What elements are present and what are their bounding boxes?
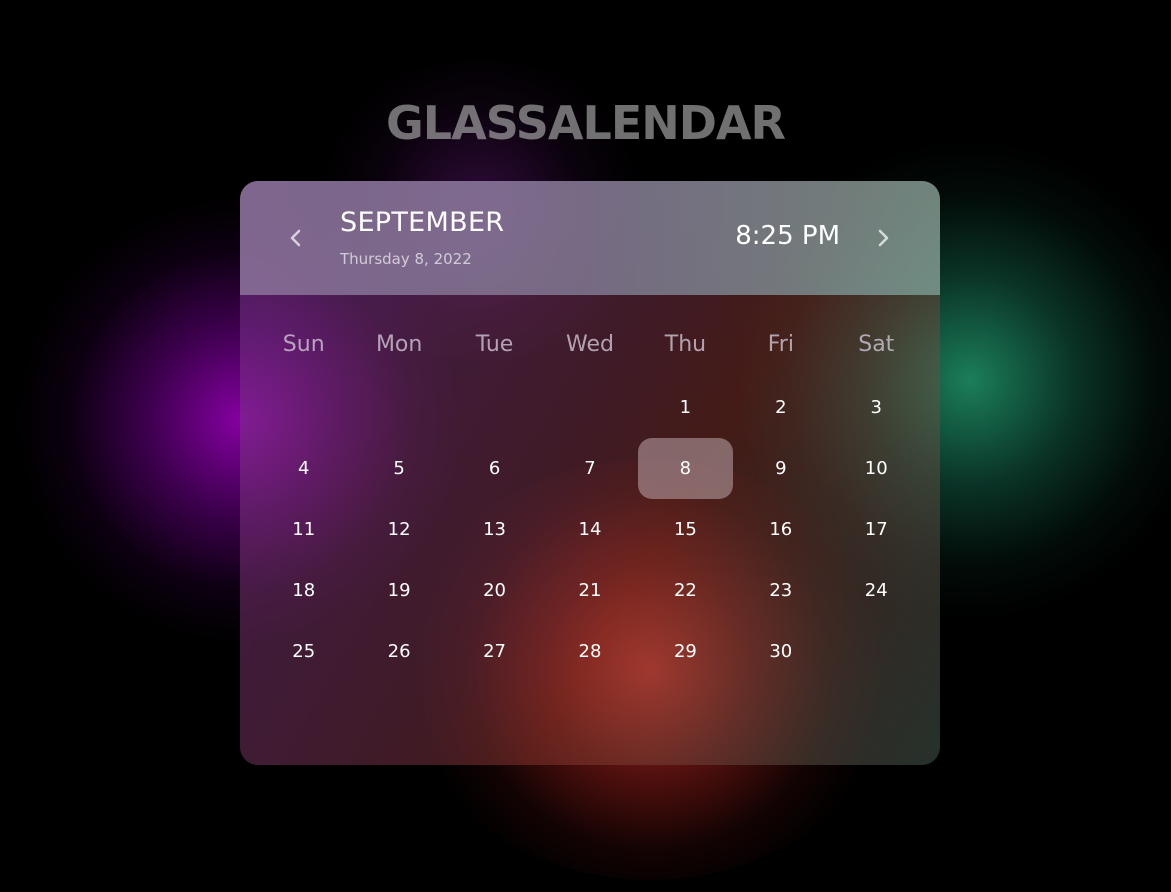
day-number: 1 (679, 397, 692, 418)
day-cell[interactable]: 29 (638, 621, 733, 682)
day-number: 6 (488, 458, 501, 479)
day-number: 25 (292, 641, 316, 662)
day-number: 20 (483, 580, 506, 601)
next-month-button[interactable] (866, 221, 900, 255)
chevron-left-icon (290, 229, 301, 247)
day-number: 14 (578, 519, 602, 540)
day-number: 24 (864, 580, 888, 601)
day-cell[interactable]: 11 (256, 499, 351, 560)
day-cell[interactable]: 21 (542, 560, 637, 621)
day-cell[interactable]: 10 (829, 438, 924, 499)
weekday-label: Wed (566, 332, 614, 357)
day-cell[interactable]: 26 (351, 621, 446, 682)
empty-day-slot (256, 377, 351, 438)
day-cell[interactable]: 17 (829, 499, 924, 560)
day-number: 27 (483, 641, 506, 662)
month-label: SEPTEMBER (340, 207, 505, 238)
empty-day-slot (447, 377, 542, 438)
empty-day-cell (447, 377, 542, 438)
day-cell[interactable]: 3 (829, 377, 924, 438)
day-cell[interactable]: 27 (447, 621, 542, 682)
day-number: 28 (578, 641, 602, 662)
weekday-label: Sat (858, 332, 895, 357)
empty-day-slot (352, 377, 447, 438)
day-cell[interactable]: 16 (733, 499, 828, 560)
day-number: 23 (769, 580, 793, 601)
day-cell[interactable]: 28 (542, 621, 637, 682)
day-cell[interactable]: 24 (829, 560, 924, 621)
days-grid: 1 2 3 4 5 6 7 8 9 10 11 12 13 14 15 16 17 18 19 20 21 22 23 24 2… (256, 377, 924, 682)
clock-time: 8:25 PM (735, 221, 840, 251)
day-cell[interactable]: 20 (447, 560, 542, 621)
day-cell[interactable]: 9 (733, 438, 828, 499)
day-cell[interactable]: 19 (351, 560, 446, 621)
day-number: 30 (769, 641, 793, 662)
weekday-label: Tue (475, 332, 514, 357)
day-cell[interactable]: 2 (733, 377, 828, 438)
day-cell[interactable]: 4 (256, 438, 351, 499)
empty-day-cell (829, 621, 924, 682)
calendar-header: SEPTEMBER Thursday 8, 2022 8:25 PM (240, 181, 940, 295)
day-cell[interactable]: 5 (351, 438, 446, 499)
day-cell[interactable]: 25 (256, 621, 351, 682)
day-cell[interactable]: 13 (447, 499, 542, 560)
day-cell-selected[interactable]: 8 (637, 438, 733, 499)
day-number: 18 (292, 580, 316, 601)
day-number: 2 (775, 397, 787, 418)
day-number: 7 (584, 458, 596, 479)
weekday-label: Mon (375, 332, 423, 357)
day-number: 16 (769, 519, 793, 540)
day-cell[interactable]: 1 (638, 377, 733, 438)
empty-day-cell (542, 377, 637, 438)
full-date-label: Thursday 8, 2022 (340, 250, 472, 268)
day-number: 17 (864, 519, 888, 540)
day-cell[interactable]: 30 (733, 621, 828, 682)
day-number: 19 (387, 580, 411, 601)
day-cell[interactable]: 18 (256, 560, 351, 621)
day-cell[interactable]: 12 (351, 499, 446, 560)
day-number: 10 (864, 458, 888, 479)
day-number: 13 (483, 519, 506, 540)
day-cell[interactable]: 23 (733, 560, 828, 621)
empty-day-slot (829, 621, 924, 682)
day-number: 3 (870, 397, 882, 418)
empty-day-slot (542, 377, 637, 438)
day-number: 8 (637, 438, 733, 499)
weekday-label: Sun (282, 332, 325, 357)
day-number: 26 (387, 641, 411, 662)
day-number: 12 (387, 519, 411, 540)
day-cell[interactable]: 14 (542, 499, 637, 560)
day-number: 29 (673, 641, 697, 662)
weekday-header-row: Sun Mon Tue Wed Thu Fri Sat (256, 325, 924, 365)
day-cell[interactable]: 6 (447, 438, 542, 499)
weekday-label: Fri (767, 332, 794, 357)
day-number: 5 (393, 458, 405, 479)
empty-day-cell (256, 377, 351, 438)
previous-month-button[interactable] (279, 221, 313, 255)
weekday-label: Thu (664, 332, 707, 357)
day-number: 21 (578, 580, 602, 601)
day-number: 15 (673, 519, 697, 540)
day-number: 11 (292, 519, 316, 540)
day-number: 4 (297, 458, 310, 479)
chevron-right-icon (878, 229, 889, 247)
app-title: GLASSALENDAR (386, 96, 786, 150)
calendar-card: SEPTEMBER Thursday 8, 2022 8:25 PM Sun M… (240, 181, 940, 765)
day-number: 22 (673, 580, 697, 601)
day-cell[interactable]: 15 (638, 499, 733, 560)
day-number: 9 (775, 458, 787, 479)
page-background: GLASSALENDAR SEPTEMBER Thursday 8, 2022 … (0, 0, 1171, 892)
day-cell[interactable]: 22 (638, 560, 733, 621)
day-cell[interactable]: 7 (542, 438, 637, 499)
empty-day-cell (351, 377, 446, 438)
